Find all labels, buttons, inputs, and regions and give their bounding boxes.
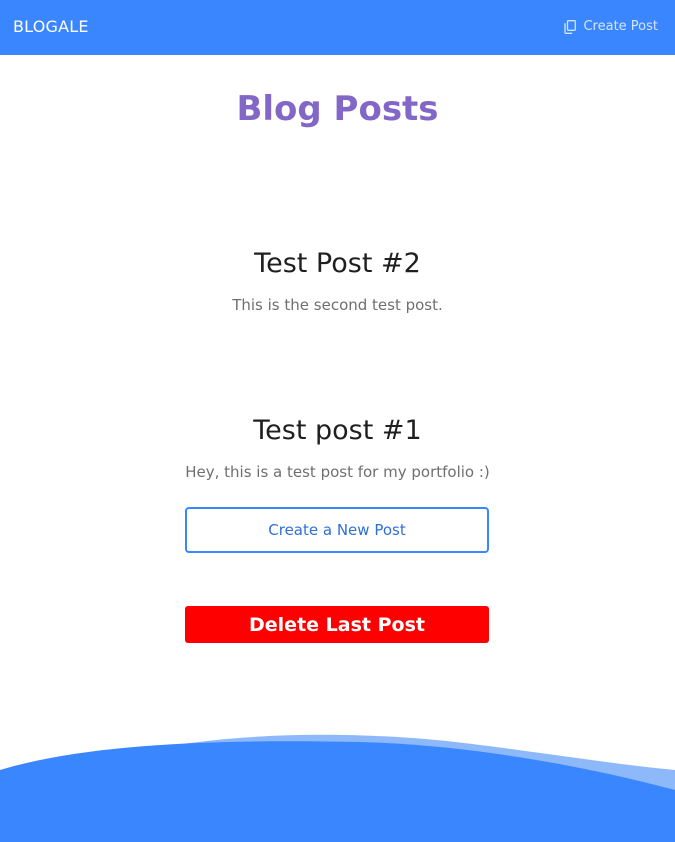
post-title: Test Post #2 xyxy=(254,248,421,279)
page-title: Blog Posts xyxy=(236,89,439,129)
top-navbar: BLOGALE Create Post xyxy=(0,0,675,55)
delete-last-post-button[interactable]: Delete Last Post xyxy=(185,606,489,643)
copy-icon xyxy=(564,20,577,34)
post-body: This is the second test post. xyxy=(232,296,443,314)
post-title: Test post #1 xyxy=(253,415,422,446)
brand-logo-link[interactable]: BLOGALE xyxy=(13,17,89,37)
create-post-nav-link[interactable]: Create Post xyxy=(564,18,658,36)
create-new-post-button[interactable]: Create a New Post xyxy=(185,507,489,553)
footer-wave-decoration xyxy=(0,734,675,842)
create-post-nav-label: Create Post xyxy=(583,19,658,34)
post-body: Hey, this is a test post for my portfoli… xyxy=(185,463,490,481)
